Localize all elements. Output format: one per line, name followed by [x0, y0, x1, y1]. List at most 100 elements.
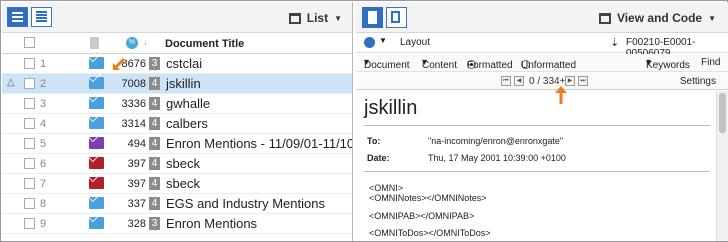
row-number: 7 — [40, 178, 47, 190]
table-row[interactable]: 6 397 4 sbeck — [2, 154, 352, 174]
row-checkbox[interactable] — [24, 118, 35, 129]
table-row[interactable]: 4 3314 4 calbers — [2, 114, 352, 134]
file-size: 397 — [127, 178, 146, 190]
content-options-bar: Document ▾ Content ▾ Formatted Unformatt… — [356, 54, 728, 72]
document-title-cell[interactable]: Enron Mentions - 11/09/01-11/10/01 — [166, 136, 352, 151]
document-title-cell[interactable]: Enron Mentions — [166, 216, 257, 231]
document-title-cell[interactable]: EGS and Industry Mentions — [166, 196, 325, 211]
row-number: 8 — [40, 198, 47, 210]
file-size: 3336 — [121, 98, 146, 110]
table-row[interactable]: 5 494 4 Enron Mentions - 11/09/01-11/10/01 — [2, 134, 352, 154]
row-checkbox[interactable] — [24, 218, 35, 229]
date-value: Thu, 17 May 2001 10:39:00 +0100 — [428, 153, 566, 163]
list-mode-dropdown[interactable]: List ▼ — [288, 11, 342, 25]
row-checkbox[interactable] — [24, 198, 35, 209]
triangle-icon: △ — [7, 77, 15, 88]
row-checkbox[interactable] — [24, 58, 35, 69]
file-size: 7008 — [121, 78, 146, 90]
sort-down-icon[interactable]: ↓ — [143, 37, 148, 48]
view-mode-label: View and Code — [616, 11, 703, 25]
table-row[interactable]: 8 337 4 EGS and Industry Mentions — [2, 194, 352, 214]
viewer-pane: View and Code ▼ ▼ Layout ⇣ F00210-E0001-… — [356, 2, 728, 241]
family-count-badge: 4 — [149, 157, 160, 170]
xml-line: <OMNINotes></OMNINotes> — [369, 193, 487, 203]
keywords-menu[interactable]: Keywords ▾ — [646, 57, 690, 71]
view-mode-dropdown[interactable]: View and Code ▼ — [598, 11, 716, 25]
edit-view-button[interactable] — [386, 7, 407, 28]
card-view-button[interactable] — [7, 7, 28, 27]
previous-page-icon[interactable]: ◀ — [514, 76, 524, 86]
navigation-bar: ⏮ ◀ 0 / 334+ ▶ ⏭ Settings — [356, 73, 728, 90]
file-size: 494 — [127, 138, 146, 150]
row-checkbox[interactable] — [24, 138, 35, 149]
document-view-button[interactable] — [362, 7, 383, 28]
to-value: "na-incoming/enron@enronxgate" — [428, 136, 564, 146]
row-number: 9 — [40, 218, 47, 230]
table-row[interactable]: 3 3336 4 gwhalle — [2, 94, 352, 114]
chevron-down-icon[interactable]: ▼ — [379, 36, 387, 45]
row-checkbox[interactable] — [24, 158, 35, 169]
file-size: 3314 — [121, 118, 146, 130]
document-title-cell[interactable]: sbeck — [166, 176, 200, 191]
row-number: 6 — [40, 158, 47, 170]
family-count-badge: 4 — [149, 197, 160, 210]
app-frame: List ▼ % ↓ Document Title 1 8676 3 cstclai △… — [0, 0, 728, 242]
divider — [364, 125, 710, 126]
table-header: % ↓ Document Title — [2, 33, 352, 54]
family-count-badge: 4 — [149, 97, 160, 110]
table-row[interactable]: 1 8676 3 cstclai — [2, 54, 352, 74]
family-count-badge: 4 — [149, 137, 160, 150]
last-page-icon[interactable]: ⏭ — [578, 76, 588, 86]
row-checkbox[interactable] — [24, 78, 35, 89]
list-toolbar: List ▼ — [2, 2, 352, 33]
file-size: 397 — [127, 158, 146, 170]
table-row[interactable]: △ 2 7008 4 jskillin — [2, 74, 352, 94]
document-title-cell[interactable]: calbers — [166, 116, 208, 131]
row-checkbox[interactable] — [24, 98, 35, 109]
document-list-pane: List ▼ % ↓ Document Title 1 8676 3 cstclai △… — [2, 2, 353, 241]
scrollbar-thumb[interactable] — [719, 93, 726, 133]
annotation-arrow-icon — [555, 86, 567, 104]
document-title-cell[interactable]: jskillin — [166, 76, 201, 91]
row-number: 5 — [40, 138, 47, 150]
file-size: 328 — [127, 218, 146, 230]
document-content: jskillin To: "na-incoming/enron@enronxga… — [356, 91, 716, 241]
divider — [364, 171, 710, 172]
row-number: 4 — [40, 118, 47, 130]
list-mode-label: List — [306, 11, 329, 25]
settings-button[interactable]: Settings — [680, 76, 716, 87]
family-count-badge: 4 — [149, 77, 160, 90]
select-all-checkbox[interactable] — [24, 37, 35, 48]
list-view-button[interactable] — [31, 7, 52, 27]
file-size: 337 — [127, 198, 146, 210]
content-menu[interactable]: Content ▾ — [422, 57, 457, 71]
xml-line: <OMNI> — [369, 183, 404, 193]
layout-button[interactable]: Layout — [400, 37, 430, 48]
size-sort-icon[interactable]: % — [126, 37, 138, 49]
chevron-down-icon: ▼ — [708, 13, 716, 23]
first-page-icon[interactable]: ⏮ — [501, 76, 511, 86]
document-title: jskillin — [364, 97, 418, 119]
family-count-badge: 3 — [149, 57, 160, 70]
chevron-down-icon: ▼ — [334, 13, 342, 23]
table-row[interactable]: 9 328 3 Enron Mentions — [2, 214, 352, 234]
document-title-cell[interactable]: gwhalle — [166, 96, 210, 111]
xml-line: <OMNIPAB></OMNIPAB> — [369, 211, 475, 221]
scrollbar[interactable] — [716, 91, 728, 241]
table-row[interactable]: 7 397 4 sbeck — [2, 174, 352, 194]
family-count-badge: 4 — [149, 117, 160, 130]
document-title-cell[interactable]: cstclai — [166, 56, 202, 71]
find-menu[interactable]: Find — [701, 57, 720, 68]
file-type-icon — [90, 37, 99, 49]
row-number: 3 — [40, 98, 47, 110]
document-menu[interactable]: Document ▾ — [364, 57, 410, 71]
download-icon[interactable]: ⇣ — [610, 36, 619, 49]
layout-bar: ▼ Layout ⇣ F00210-E0001-00506079 — [356, 33, 728, 59]
document-title-cell[interactable]: sbeck — [166, 156, 200, 171]
annotation-arrow-icon — [113, 58, 126, 70]
highlight-color-icon[interactable] — [364, 37, 375, 48]
column-header-document-title[interactable]: Document Title — [165, 38, 244, 50]
to-label: To: — [367, 136, 381, 146]
row-checkbox[interactable] — [24, 178, 35, 189]
viewer-toolbar: View and Code ▼ — [356, 2, 728, 33]
